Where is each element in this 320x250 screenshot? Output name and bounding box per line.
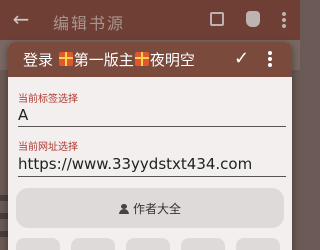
dialog-title: 登录 第一版主 夜明空 (23, 49, 195, 70)
small-button-4[interactable] (181, 238, 225, 250)
small-button-2[interactable] (71, 238, 115, 250)
author-list-button[interactable]: 作者大全 (16, 188, 284, 228)
small-button-5[interactable] (236, 238, 280, 250)
person-icon (118, 204, 129, 214)
dialog-title-part2: 夜明空 (149, 51, 195, 69)
gift-icon (58, 52, 73, 66)
check-icon[interactable]: ✓ (234, 48, 249, 69)
gift-icon (134, 52, 149, 66)
author-list-button-label: 作者大全 (132, 202, 181, 216)
more-vert-icon[interactable] (282, 12, 286, 28)
url-field-label: 当前网址选择 (18, 142, 78, 153)
background-title: 编辑书源 (53, 14, 126, 33)
url-field-value[interactable]: https://www.33yydstxt434.com (18, 155, 286, 173)
login-dialog: 登录 第一版主 夜明空 ✓ 当前标签选择 A 当前网址选择 https://www… (8, 42, 292, 250)
dialog-title-prefix: 登录 (23, 51, 54, 69)
back-arrow-icon[interactable]: ← (10, 8, 32, 30)
tag-field-value[interactable]: A (18, 106, 286, 124)
more-vert-icon[interactable] (268, 51, 272, 69)
background-app-bar: ← 编辑书源 (0, 0, 300, 40)
small-button-3[interactable] (126, 238, 170, 250)
dialog-title-part1: 第一版主 (73, 51, 134, 69)
tag-field-underline (18, 126, 286, 127)
save-icon[interactable] (210, 12, 224, 26)
url-field-underline (18, 176, 286, 177)
dialog-toolbar: 登录 第一版主 夜明空 ✓ (8, 42, 292, 77)
bug-icon[interactable] (246, 11, 260, 27)
tag-field-label: 当前标签选择 (18, 94, 78, 105)
small-button-1[interactable] (16, 238, 60, 250)
